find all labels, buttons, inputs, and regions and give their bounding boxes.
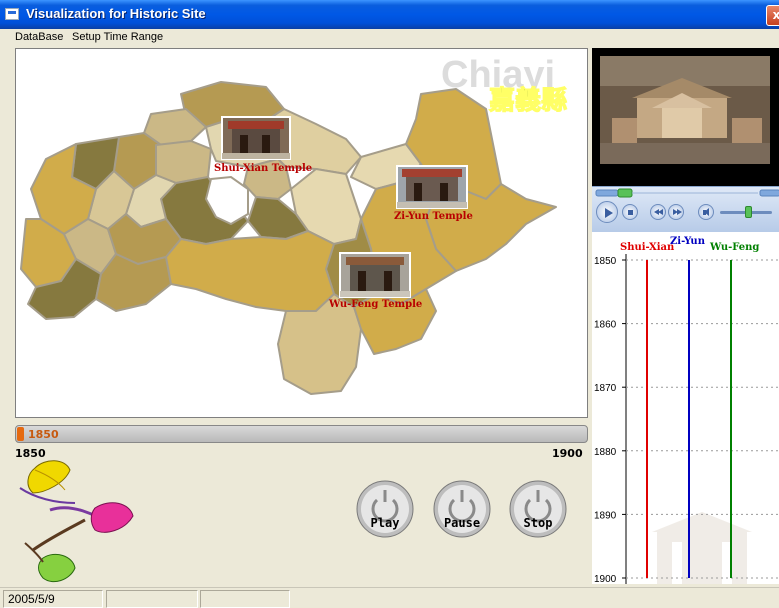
stop-media-icon[interactable] (622, 204, 638, 220)
temple-label-wu-feng: Wu-Feng Temple (328, 299, 422, 310)
window-title: Visualization for Historic Site (26, 6, 206, 21)
temple-marker-zi-yun[interactable]: Zi-Yun Temple (394, 165, 473, 222)
status-cell-3 (200, 590, 290, 608)
stop-button[interactable]: Stop (508, 478, 568, 540)
status-cell-2 (106, 590, 198, 608)
map-region[interactable] (155, 140, 212, 184)
timeline-max-label: 1900 (552, 447, 583, 460)
app-icon (5, 8, 19, 20)
y-tick-label: 1880 (594, 447, 617, 458)
media-player-bar (592, 186, 779, 232)
app-window: Visualization for Historic Site x DataBa… (0, 0, 779, 608)
dial-icon (509, 480, 567, 538)
flower-logo (19, 460, 134, 583)
y-tick-label: 1870 (594, 383, 617, 394)
volume-icon[interactable] (698, 204, 714, 220)
series-label-wu-feng: Wu-Feng (709, 242, 759, 253)
menu-bar: DataBase Setup Time Range (0, 29, 779, 46)
map-panel[interactable]: Chiayi 嘉義縣 Shui-Xian Temple Zi-Yun Templ… (15, 48, 588, 418)
y-tick-label: 1900 (594, 574, 617, 584)
play-button[interactable]: Play (355, 478, 415, 540)
series-label-shui-xian: Shui-Xian (620, 242, 675, 253)
video-frame (592, 48, 779, 186)
temple-timeline-chart: 1850 1860 1870 1880 1890 1900 Shui-Xian Zi-Yun W… (592, 232, 779, 584)
y-tick-label: 1860 (594, 320, 617, 331)
temple-marker-wu-feng[interactable]: Wu-Feng Temple (328, 252, 422, 310)
pause-label: Pause (443, 516, 481, 530)
close-button[interactable]: x (766, 5, 779, 26)
temple-label-zi-yun: Zi-Yun Temple (394, 211, 473, 222)
y-tick-label: 1890 (594, 510, 617, 521)
temple-label-shui-xian: Shui-Xian Temple (214, 163, 312, 174)
status-bar: 2005/5/9 (0, 587, 779, 608)
status-date: 2005/5/9 (3, 590, 103, 608)
next-icon[interactable] (668, 204, 684, 220)
map-region-title: 嘉義縣 (489, 86, 567, 116)
temple-watermark (652, 512, 752, 584)
pause-button[interactable]: Pause (432, 478, 492, 540)
menu-setup-time-range[interactable]: Setup Time Range (72, 31, 163, 43)
dial-icon (433, 480, 491, 538)
district-map: Chiayi 嘉義縣 Shui-Xian Temple Zi-Yun Templ… (20, 54, 568, 395)
timeline-chart-svg: 1850 1860 1870 1880 1890 1900 Shui-XianZi-YunW… (594, 236, 779, 584)
menu-database[interactable]: DataBase (15, 31, 63, 43)
play-label: Play (370, 516, 400, 530)
timeline-current-year: 1850 (28, 428, 59, 441)
video-pane[interactable] (592, 48, 779, 186)
map-region[interactable] (165, 230, 335, 312)
y-tick-label: 1850 (594, 256, 617, 267)
dial-icon (356, 480, 414, 538)
volume-thumb[interactable] (745, 206, 752, 218)
series-label-zi-yun: Zi-Yun (670, 236, 706, 247)
timeline-thumb[interactable] (17, 427, 24, 441)
stop-label: Stop (523, 516, 553, 530)
timeline-slider[interactable]: 1850 (15, 425, 588, 443)
previous-icon[interactable] (650, 204, 666, 220)
title-bar[interactable]: Visualization for Historic Site x (0, 0, 779, 29)
play-media-icon[interactable] (596, 201, 618, 223)
